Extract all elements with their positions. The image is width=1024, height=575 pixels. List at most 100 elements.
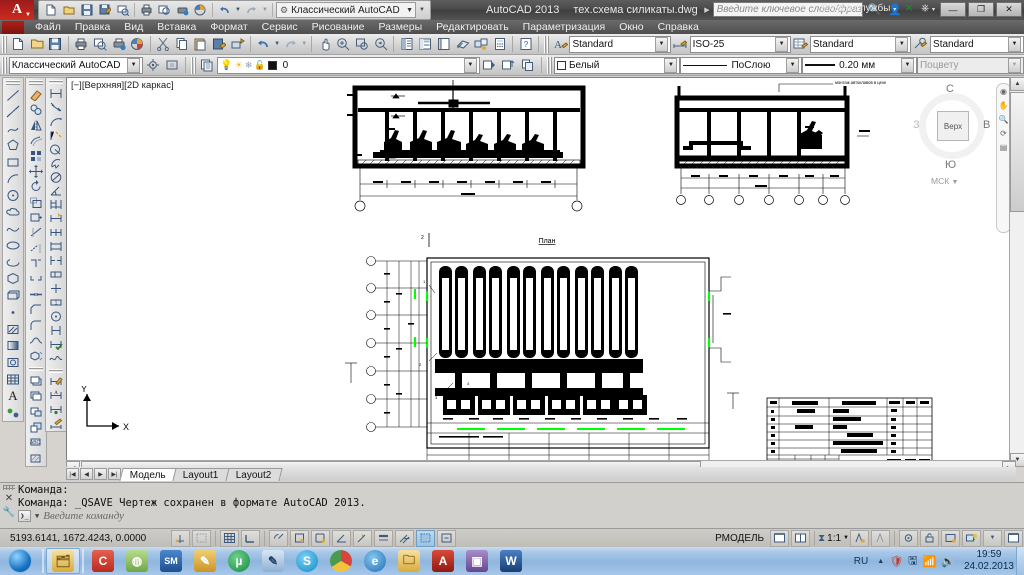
- calculator-icon[interactable]: [491, 35, 510, 54]
- toolpalettes-icon[interactable]: [435, 35, 454, 54]
- designcenter-icon[interactable]: [416, 35, 435, 54]
- chevron-down-icon[interactable]: ▼: [900, 57, 914, 73]
- menu-file[interactable]: Файл: [28, 20, 68, 34]
- command-line-handle[interactable]: ✕ 🔧: [0, 483, 18, 528]
- annotation-scale-selector[interactable]: ⧗ 1:1 ▼: [818, 533, 849, 544]
- workspace-lock-icon[interactable]: [163, 56, 182, 75]
- menu-help[interactable]: Справка: [651, 20, 706, 34]
- plot-preview-icon[interactable]: [91, 35, 110, 54]
- plot-icon[interactable]: [72, 35, 91, 54]
- toolbar-grip[interactable]: [49, 368, 63, 373]
- grid-toggle[interactable]: [220, 529, 239, 547]
- tab-nav-prev[interactable]: ◀: [80, 468, 93, 480]
- dim-jog-line-icon[interactable]: [47, 310, 66, 324]
- gridref-toggle[interactable]: [192, 529, 211, 547]
- menu-parametric[interactable]: Параметризация: [516, 20, 613, 34]
- send-to-back-icon[interactable]: [27, 389, 46, 404]
- dim-baseline-icon[interactable]: [47, 198, 66, 212]
- lineweight-toggle[interactable]: [374, 529, 393, 547]
- chevron-down-icon[interactable]: ▼: [895, 36, 909, 52]
- linetype-selector[interactable]: ПоСлою ▼: [680, 56, 803, 74]
- command-input[interactable]: Введите команду: [43, 510, 124, 523]
- zoom-previous-icon[interactable]: [372, 35, 391, 54]
- coordinate-display[interactable]: 5193.6141, 1672.4243, 0.0000: [0, 533, 170, 544]
- dim-style-control-icon[interactable]: [47, 403, 66, 417]
- lineweight-selector[interactable]: 0.20 мм ▼: [802, 56, 917, 74]
- open-icon[interactable]: [27, 35, 46, 54]
- tab-model[interactable]: Модель: [119, 467, 177, 481]
- trim-icon[interactable]: [27, 225, 46, 240]
- taskbar-item-skype[interactable]: S: [290, 548, 324, 574]
- table-style-icon[interactable]: [791, 35, 810, 54]
- quick-dim-icon[interactable]: [47, 212, 66, 226]
- new-icon[interactable]: [42, 2, 59, 18]
- fillet-icon[interactable]: [27, 318, 46, 333]
- gradient-icon[interactable]: [4, 337, 23, 354]
- restore-button[interactable]: ❐: [968, 2, 994, 17]
- dim-inspect-icon[interactable]: 1: [47, 296, 66, 310]
- rotate-icon[interactable]: [27, 179, 46, 194]
- minimize-button[interactable]: —: [940, 2, 966, 17]
- scroll-up-arrow[interactable]: ▲: [1010, 77, 1024, 91]
- chevron-down-icon[interactable]: ▼: [1008, 36, 1022, 52]
- dim-space-icon[interactable]: [47, 240, 66, 254]
- polar-toggle[interactable]: [269, 529, 288, 547]
- styles-toolbar-grip[interactable]: [544, 35, 549, 53]
- vertical-scroll-thumb[interactable]: [1010, 92, 1024, 212]
- device-icon[interactable]: 🖫: [908, 552, 917, 571]
- insert-block-icon[interactable]: [4, 271, 23, 288]
- start-button[interactable]: [0, 548, 40, 574]
- dimension-style-selector[interactable]: ISO-25 ▼: [689, 35, 792, 53]
- arc-icon[interactable]: [4, 170, 23, 187]
- transparency-toggle[interactable]: [395, 529, 414, 547]
- menu-view[interactable]: Вид: [117, 20, 150, 34]
- markup-icon[interactable]: [472, 35, 491, 54]
- chamfer-icon[interactable]: [27, 302, 46, 317]
- construction-line-icon[interactable]: [4, 104, 23, 121]
- snap-toggle[interactable]: [171, 529, 190, 547]
- offset-icon[interactable]: [27, 133, 46, 148]
- revision-cloud-icon[interactable]: [4, 204, 23, 221]
- menu-edit[interactable]: Правка: [68, 20, 117, 34]
- match-properties-icon[interactable]: [210, 35, 229, 54]
- show-desktop-button[interactable]: [1016, 547, 1024, 575]
- circle-icon[interactable]: [4, 187, 23, 204]
- explode-icon[interactable]: [27, 348, 46, 363]
- workspaces-toolbar-grip[interactable]: [2, 56, 7, 74]
- dim-oblique-icon[interactable]: [47, 324, 66, 338]
- network-icon[interactable]: 📶: [923, 555, 937, 568]
- taskbar-item-tweak[interactable]: ✎: [188, 548, 222, 574]
- mleader-style-icon[interactable]: [911, 35, 930, 54]
- dim-radius-icon[interactable]: [47, 142, 66, 156]
- view-cube[interactable]: С Ю З В Верх МСК ▼: [913, 83, 991, 188]
- publish-icon[interactable]: [109, 35, 128, 54]
- annotation-visibility-toggle[interactable]: [850, 529, 869, 547]
- auto-scale-toggle[interactable]: [871, 529, 890, 547]
- send-under-icon[interactable]: [27, 420, 46, 435]
- taskbar-item-media[interactable]: ▣: [460, 548, 494, 574]
- color-selector[interactable]: Белый ▼: [553, 56, 681, 74]
- clean-screen-toggle[interactable]: [770, 529, 790, 547]
- dim-diameter-icon[interactable]: [47, 170, 66, 184]
- polyline-icon[interactable]: [4, 120, 23, 137]
- array-icon[interactable]: [27, 148, 46, 163]
- plot-preview2-icon[interactable]: [156, 2, 173, 18]
- undo-icon[interactable]: [216, 2, 233, 18]
- dyn-toggle[interactable]: [353, 529, 372, 547]
- dim-style-icon[interactable]: [47, 417, 66, 431]
- save-icon[interactable]: [46, 35, 65, 54]
- dim-jogged-icon[interactable]: [47, 156, 66, 170]
- menu-dimension[interactable]: Размеры: [372, 20, 430, 34]
- chevron-down-icon[interactable]: ▼: [35, 510, 39, 523]
- taskbar-item-ccleaner[interactable]: C: [86, 548, 120, 574]
- toolbar-grip[interactable]: [29, 80, 43, 85]
- taskbar-item-ie[interactable]: e: [358, 548, 392, 574]
- properties-toolbar-grip[interactable]: [547, 56, 552, 74]
- zoom-window-icon[interactable]: [353, 35, 372, 54]
- text-style-icon[interactable]: A: [551, 35, 570, 54]
- application-menu-button[interactable]: A ▼: [0, 0, 34, 20]
- lightbulb-icon[interactable]: 💡: [220, 60, 232, 71]
- make-block-icon[interactable]: [4, 287, 23, 304]
- tab-layout2[interactable]: Layout2: [224, 467, 282, 481]
- plot-style-icon[interactable]: [192, 2, 209, 18]
